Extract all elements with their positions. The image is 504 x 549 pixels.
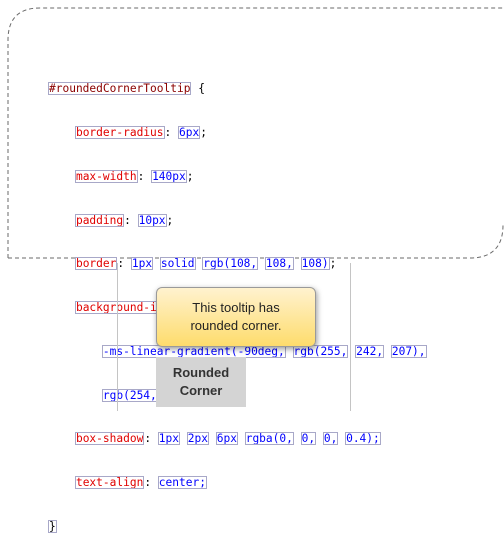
- code-line: max-width: 140px;: [74, 169, 194, 183]
- css-value: 0.4);: [345, 432, 381, 446]
- rounded-corner-tooltip: This tooltip has rounded corner.: [156, 287, 316, 347]
- tooltip-text-line2: rounded corner.: [190, 318, 282, 333]
- css-value: 242,: [355, 344, 385, 358]
- open-brace: {: [191, 82, 205, 96]
- rounded-corner-target[interactable]: Rounded Corner: [156, 357, 246, 407]
- code-line: border-radius: 6px;: [74, 125, 207, 139]
- code-line: text-align: center;: [74, 476, 207, 490]
- code-line-close: }: [48, 520, 427, 535]
- code-line: padding: 10px;: [74, 213, 174, 227]
- target-label-line2: Corner: [179, 383, 223, 398]
- css-selector: #roundedCornerTooltip: [48, 82, 192, 96]
- tooltip-text-line1: This tooltip has: [192, 300, 280, 315]
- css-value: 0,: [300, 432, 317, 446]
- css-property: max-width: [74, 169, 138, 183]
- code-line: box-shadow: 1px 2px 6px rgba(0, 0, 0, 0.…: [74, 432, 381, 446]
- close-brace: }: [48, 520, 57, 533]
- css-value: 140px: [151, 169, 187, 183]
- css-value: 1px: [157, 432, 181, 446]
- css-value: rgba(0,: [244, 432, 294, 446]
- css-value: center;: [157, 476, 207, 490]
- css-value: 6px: [215, 432, 238, 446]
- css-value: 2px: [186, 432, 209, 446]
- css-property: text-align: [74, 476, 145, 490]
- css-value: 10px: [137, 213, 167, 227]
- css-property: border: [74, 257, 118, 271]
- css-property: box-shadow: [74, 432, 145, 446]
- css-property: border-radius: [74, 125, 165, 139]
- css-value: 0,: [322, 432, 339, 446]
- code-line-selector: #roundedCornerTooltip {: [48, 82, 427, 97]
- css-value: 6px: [178, 125, 201, 139]
- target-label-line1: Rounded: [172, 365, 230, 380]
- css-value: 207),: [390, 344, 427, 358]
- css-property: padding: [74, 213, 125, 227]
